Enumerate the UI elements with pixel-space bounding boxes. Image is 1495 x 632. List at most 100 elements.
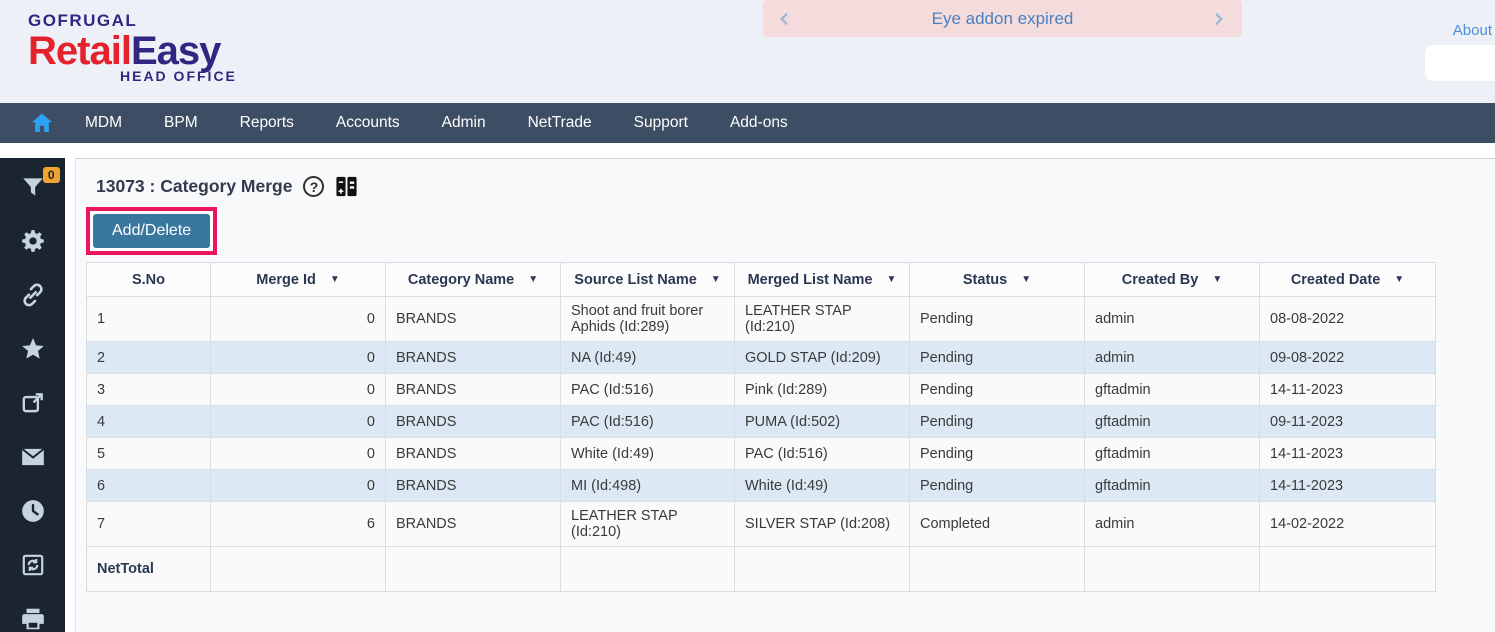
column-header[interactable]: Status ▼ bbox=[910, 263, 1085, 297]
cell-status: Pending bbox=[910, 406, 1085, 438]
column-header-label: Category Name bbox=[408, 272, 514, 288]
cell-category-name: BRANDS bbox=[386, 470, 561, 502]
cell-merged-list-name: White (Id:49) bbox=[735, 470, 910, 502]
cell-created-date: 09-11-2023 bbox=[1260, 406, 1436, 438]
chevron-right-icon[interactable] bbox=[1210, 10, 1228, 28]
net-total-label: NetTotal bbox=[87, 547, 211, 592]
shortcut-keys-icon[interactable] bbox=[335, 175, 358, 198]
notification-banner: Eye addon expired bbox=[763, 0, 1242, 37]
sort-caret-icon[interactable]: ▼ bbox=[1394, 274, 1404, 285]
table-row[interactable]: 6 0 BRANDS MI (Id:498) White (Id:49) Pen… bbox=[87, 470, 1436, 502]
cell-merge-id: 0 bbox=[211, 297, 386, 342]
content-area: 0 13073 : Category Merge ? bbox=[0, 143, 1495, 632]
cell-merged-list-name: SILVER STAP (Id:208) bbox=[735, 502, 910, 547]
nav-item[interactable]: MDM bbox=[64, 114, 143, 132]
column-header[interactable]: Created Date ▼ bbox=[1260, 263, 1436, 297]
sort-caret-icon[interactable]: ▼ bbox=[1212, 274, 1222, 285]
column-header[interactable]: Source List Name ▼ bbox=[561, 263, 735, 297]
cell-status: Pending bbox=[910, 374, 1085, 406]
nav-item[interactable]: Accounts bbox=[315, 114, 421, 132]
cell-created-date: 14-02-2022 bbox=[1260, 502, 1436, 547]
nav-items: MDM BPM Reports Accounts Admin NetTrade … bbox=[64, 114, 809, 132]
table-row[interactable]: 7 6 BRANDS LEATHER STAP (Id:210) SILVER … bbox=[87, 502, 1436, 547]
cell-category-name: BRANDS bbox=[386, 438, 561, 470]
filter-count-badge: 0 bbox=[43, 167, 60, 183]
nav-item[interactable]: Support bbox=[613, 114, 709, 132]
filter-icon[interactable]: 0 bbox=[20, 174, 46, 200]
chevron-left-icon[interactable] bbox=[777, 10, 795, 28]
cell-sno: 1 bbox=[87, 297, 211, 342]
nav-item[interactable]: Reports bbox=[219, 114, 315, 132]
cell-merge-id: 0 bbox=[211, 374, 386, 406]
sort-caret-icon[interactable]: ▼ bbox=[711, 274, 721, 285]
cell-category-name: BRANDS bbox=[386, 406, 561, 438]
category-merge-table: S.No Merge Id ▼ bbox=[86, 262, 1436, 592]
column-header[interactable]: S.No bbox=[87, 263, 211, 297]
logo-subtitle: HEAD OFFICE bbox=[120, 69, 237, 83]
sync-window-icon[interactable] bbox=[20, 552, 46, 578]
cell-merge-id: 0 bbox=[211, 470, 386, 502]
column-header-label: Created Date bbox=[1291, 272, 1380, 288]
header-search-box[interactable] bbox=[1425, 45, 1495, 81]
cell-category-name: BRANDS bbox=[386, 297, 561, 342]
cell-merge-id: 0 bbox=[211, 406, 386, 438]
share-icon[interactable] bbox=[20, 390, 46, 416]
favorites-icon[interactable] bbox=[20, 336, 46, 362]
home-icon[interactable] bbox=[20, 111, 64, 135]
print-icon[interactable] bbox=[20, 606, 46, 632]
sort-caret-icon[interactable]: ▼ bbox=[528, 274, 538, 285]
cell-sno: 7 bbox=[87, 502, 211, 547]
cell-source-list-name: LEATHER STAP (Id:210) bbox=[561, 502, 735, 547]
cell-source-list-name: MI (Id:498) bbox=[561, 470, 735, 502]
table-row[interactable]: 3 0 BRANDS PAC (Id:516) Pink (Id:289) Pe… bbox=[87, 374, 1436, 406]
settings-icon[interactable] bbox=[20, 228, 46, 254]
cell-sno: 5 bbox=[87, 438, 211, 470]
sort-caret-icon[interactable]: ▼ bbox=[887, 274, 897, 285]
column-header[interactable]: Created By ▼ bbox=[1085, 263, 1260, 297]
cell-source-list-name: PAC (Id:516) bbox=[561, 406, 735, 438]
category-merge-table-wrap: S.No Merge Id ▼ bbox=[86, 262, 1495, 592]
cell-merged-list-name: PUMA (Id:502) bbox=[735, 406, 910, 438]
history-icon[interactable] bbox=[20, 498, 46, 524]
cell-created-by: admin bbox=[1085, 342, 1260, 374]
about-link[interactable]: About bbox=[1453, 22, 1492, 39]
table-row[interactable]: 1 0 BRANDS Shoot and fruit borer Aphids … bbox=[87, 297, 1436, 342]
cell-sno: 2 bbox=[87, 342, 211, 374]
nav-item[interactable]: BPM bbox=[143, 114, 219, 132]
cell-sno: 6 bbox=[87, 470, 211, 502]
table-row[interactable]: 2 0 BRANDS NA (Id:49) GOLD STAP (Id:209)… bbox=[87, 342, 1436, 374]
cell-sno: 3 bbox=[87, 374, 211, 406]
logo-brand-text: GOFRUGAL bbox=[28, 12, 237, 29]
cell-created-by: admin bbox=[1085, 502, 1260, 547]
cell-merge-id: 0 bbox=[211, 438, 386, 470]
add-delete-button[interactable]: Add/Delete bbox=[93, 214, 210, 248]
page-title: 13073 : Category Merge bbox=[96, 176, 292, 197]
cell-created-date: 14-11-2023 bbox=[1260, 374, 1436, 406]
cell-status: Pending bbox=[910, 470, 1085, 502]
column-header[interactable]: Merge Id ▼ bbox=[211, 263, 386, 297]
column-header[interactable]: Category Name ▼ bbox=[386, 263, 561, 297]
link-icon[interactable] bbox=[20, 282, 46, 308]
table-row[interactable]: 4 0 BRANDS PAC (Id:516) PUMA (Id:502) Pe… bbox=[87, 406, 1436, 438]
cell-status: Pending bbox=[910, 297, 1085, 342]
cell-merged-list-name: Pink (Id:289) bbox=[735, 374, 910, 406]
net-total-row: NetTotal bbox=[87, 547, 1436, 592]
main-panel: 13073 : Category Merge ? Add/Delete bbox=[75, 158, 1495, 632]
sort-caret-icon[interactable]: ▼ bbox=[1021, 274, 1031, 285]
cell-merge-id: 0 bbox=[211, 342, 386, 374]
app-logo: GOFRUGAL RetailEasy HEAD OFFICE bbox=[28, 12, 237, 83]
column-header[interactable]: Merged List Name ▼ bbox=[735, 263, 910, 297]
banner-message: Eye addon expired bbox=[932, 9, 1074, 29]
main-navbar: MDM BPM Reports Accounts Admin NetTrade … bbox=[0, 103, 1495, 143]
nav-item[interactable]: Add-ons bbox=[709, 114, 809, 132]
cell-created-date: 14-11-2023 bbox=[1260, 438, 1436, 470]
mail-icon[interactable] bbox=[20, 444, 46, 470]
nav-item[interactable]: Admin bbox=[421, 114, 507, 132]
help-icon[interactable]: ? bbox=[303, 176, 324, 197]
nav-item[interactable]: NetTrade bbox=[507, 114, 613, 132]
sort-caret-icon[interactable]: ▼ bbox=[330, 274, 340, 285]
cell-created-by: gftadmin bbox=[1085, 406, 1260, 438]
cell-created-by: gftadmin bbox=[1085, 470, 1260, 502]
table-row[interactable]: 5 0 BRANDS White (Id:49) PAC (Id:516) Pe… bbox=[87, 438, 1436, 470]
cell-source-list-name: Shoot and fruit borer Aphids (Id:289) bbox=[561, 297, 735, 342]
